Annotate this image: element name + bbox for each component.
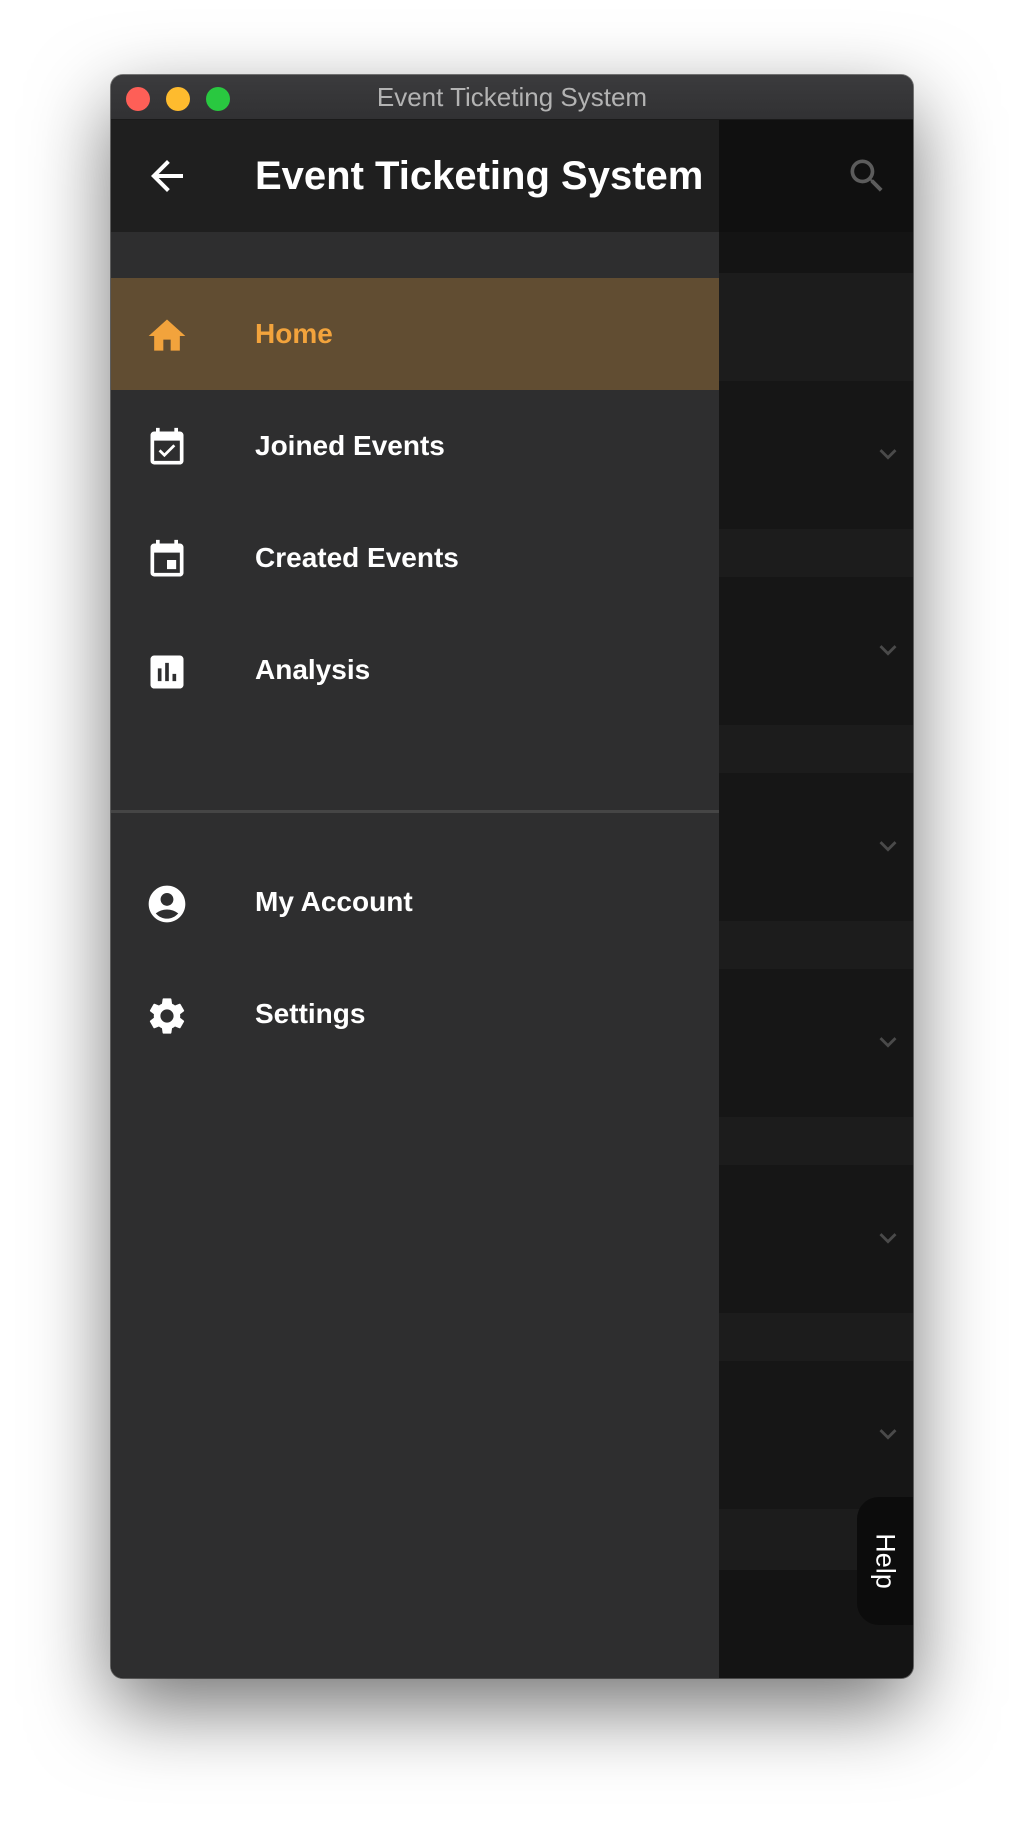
drawer-header: Event Ticketing System [111,120,719,232]
window-titlebar: Event Ticketing System [111,75,913,120]
nav-item-my-account[interactable]: My Account [111,846,719,958]
drawer-title: Event Ticketing System [255,154,704,198]
nav-item-created-events[interactable]: Created Events [111,502,719,614]
chevron-down-icon[interactable] [871,1417,905,1451]
event-available-icon [145,426,189,470]
drawer-divider [111,810,719,813]
chevron-down-icon[interactable] [871,829,905,863]
bar-chart-icon [145,650,189,694]
nav-item-label: Created Events [255,542,459,573]
search-icon[interactable] [845,154,889,198]
app-content: Help Event Ticketing System Home Joined … [111,120,913,1678]
nav-item-label: My Account [255,886,413,917]
nav-item-label: Joined Events [255,430,445,461]
nav-item-label: Analysis [255,654,371,685]
nav-item-settings[interactable]: Settings [111,958,719,1070]
nav-item-label: Home [255,318,333,349]
chevron-down-icon[interactable] [871,437,905,471]
window-title: Event Ticketing System [376,82,648,112]
account-circle-icon [145,882,189,926]
chevron-down-icon[interactable] [871,633,905,667]
help-tab[interactable]: Help [857,1497,913,1625]
nav-item-home[interactable]: Home [111,278,719,390]
home-icon [145,314,189,358]
nav-item-label: Settings [255,998,366,1029]
gear-icon [145,994,189,1038]
nav-item-joined-events[interactable]: Joined Events [111,390,719,502]
navigation-drawer: Event Ticketing System Home Joined Event… [111,120,719,1678]
app-window: Event Ticketing System Help Event Ticket… [111,75,913,1678]
nav-item-analysis[interactable]: Analysis [111,614,719,726]
event-icon [145,538,189,582]
help-label: Help [870,1533,901,1589]
chevron-down-icon[interactable] [871,1221,905,1255]
chevron-down-icon[interactable] [871,1025,905,1059]
back-arrow-icon[interactable] [143,152,191,200]
